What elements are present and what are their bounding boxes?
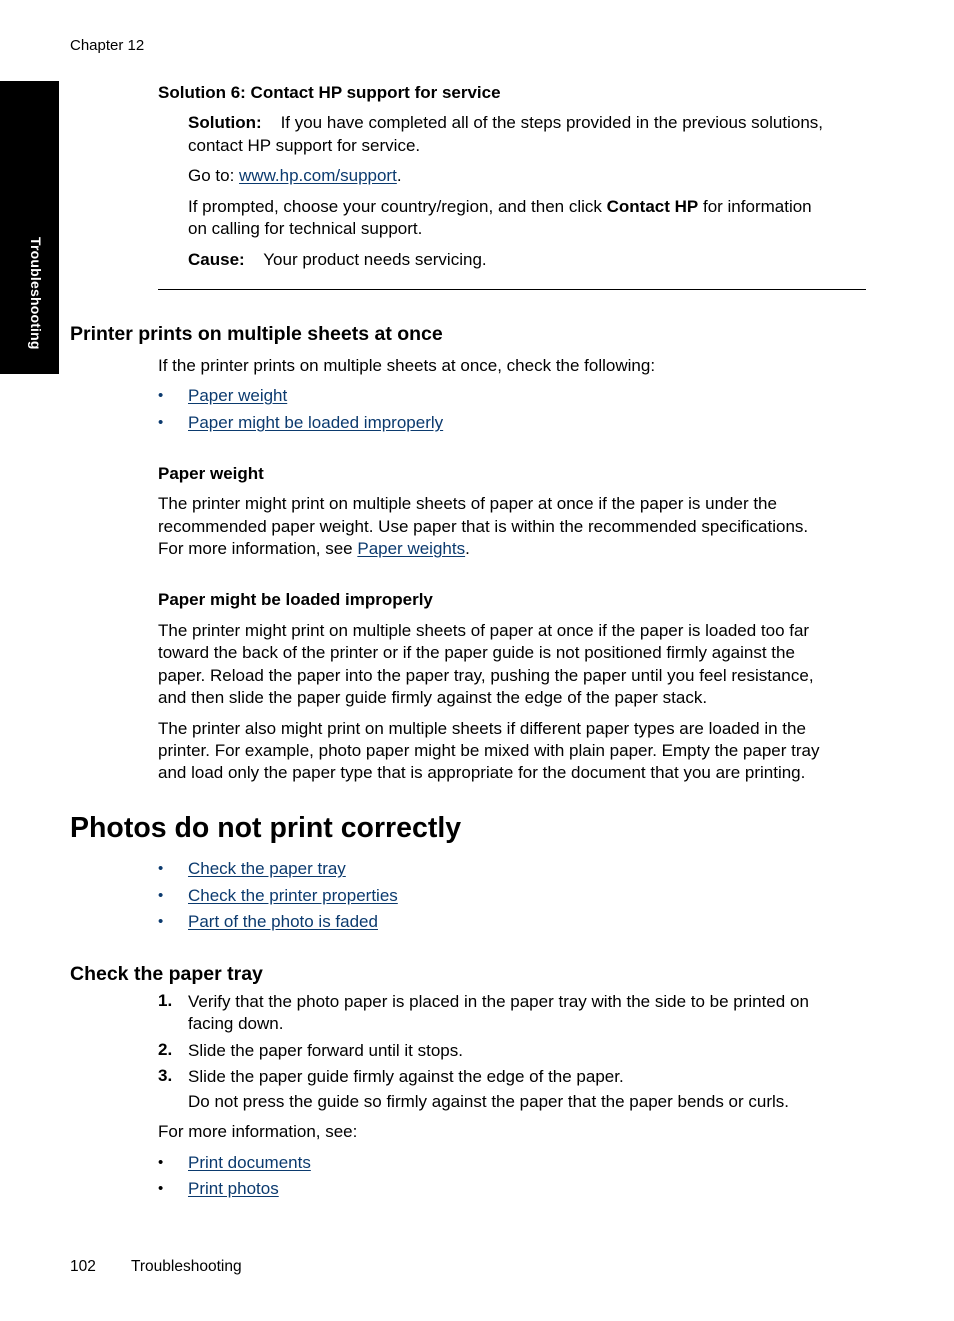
step-1-line-2: facing down. [188,1014,284,1033]
cause-label: Cause: [188,250,245,269]
paper-weight-more-info: For more information, see [158,539,358,558]
step-1-line-1: Verify that the photo paper is placed in… [188,992,809,1011]
prompt-prefix: If prompted, choose your country/region,… [188,197,607,216]
period: . [465,539,470,558]
section-divider [158,289,866,290]
link-print-photos[interactable]: Print photos [188,1178,279,1201]
paper-weight-line-1: The printer might print on multiple shee… [158,494,777,513]
multi-sheets-intro: If the printer prints on multiple sheets… [158,356,656,375]
step-3-line-1: Slide the paper guide firmly against the… [188,1067,624,1086]
loaded-para2-line-2: printer. For example, photo paper might … [158,741,820,760]
solution-6-title: Solution 6: Contact HP support for servi… [158,83,501,102]
loaded-improperly-title: Paper might be loaded improperly [158,590,433,609]
contact-hp-bold: Contact HP [606,197,699,216]
bullet: • [158,1180,164,1197]
solution-paragraph: Solution: If you have completed all of t… [188,112,823,135]
step-3-note: Do not press the guide so firmly against… [188,1092,790,1111]
bullet: • [158,1154,164,1171]
loaded-para1-line-3: paper. Reload the paper into the paper t… [158,666,814,685]
link-photo-faded[interactable]: Part of the photo is faded [188,911,378,934]
side-tab: Troubleshooting [0,81,59,374]
link-check-printer-properties[interactable]: Check the printer properties [188,885,398,908]
loaded-para1-line-4: and then slide the paper guide firmly ag… [158,688,708,707]
link-print-documents[interactable]: Print documents [188,1152,311,1175]
loaded-para1-line-2: toward the back of the printer or if the… [158,643,795,662]
loaded-para1-line-1: The printer might print on multiple shee… [158,621,810,640]
step-number: 2. [158,1040,173,1059]
goto-suffix: . [396,166,402,185]
bullet: • [158,387,164,404]
bullet: • [158,414,164,431]
page-number: 102 [70,1258,96,1275]
step-2-line-1: Slide the paper forward until it stops. [188,1041,463,1060]
paper-tray-title: Check the paper tray [70,963,263,985]
hp-support-link[interactable]: www.hp.com/support [239,166,397,185]
prompt-line: If prompted, choose your country/region,… [188,196,812,219]
loaded-para2-line-3: and load only the paper type that is app… [158,763,806,782]
side-tab-label: Troubleshooting [28,237,44,350]
cause-text: Your product needs servicing. [263,250,487,269]
chapter-header: Chapter 12 [70,37,145,54]
solution-text-line-2: contact HP support for service. [188,136,421,155]
solution-label: Solution: [188,113,262,132]
multi-sheets-title: Printer prints on multiple sheets at onc… [70,323,443,345]
loaded-para2-line-1: The printer also might print on multiple… [158,719,806,738]
footer-section: Troubleshooting [131,1258,242,1275]
prompt-suffix: for information [698,197,812,216]
link-paper-loaded-improperly[interactable]: Paper might be loaded improperly [188,412,443,435]
cause-line: Cause: Your product needs servicing. [188,249,487,272]
goto-prefix: Go to: [188,166,240,185]
paper-weight-line-2: recommended paper weight. Use paper that… [158,517,809,536]
paper-weight-line-3: For more information, see Paper weights. [158,538,470,561]
paper-weight-title: Paper weight [158,464,264,483]
solution-text: If you have completed all of the steps p… [280,113,823,132]
photos-title: Photos do not print correctly [70,812,462,844]
bullet: • [158,913,164,930]
link-paper-weight[interactable]: Paper weight [188,385,287,408]
step-number: 1. [158,991,173,1010]
link-paper-weights[interactable]: Paper weights [357,539,465,558]
bullet: • [158,860,164,877]
more-info-text: For more information, see: [158,1122,358,1141]
bullet: • [158,887,164,904]
prompt-line-2: on calling for technical support. [188,219,423,238]
goto-line: Go to: www.hp.com/support. [188,165,402,188]
link-check-paper-tray[interactable]: Check the paper tray [188,858,346,881]
step-number: 3. [158,1066,173,1085]
